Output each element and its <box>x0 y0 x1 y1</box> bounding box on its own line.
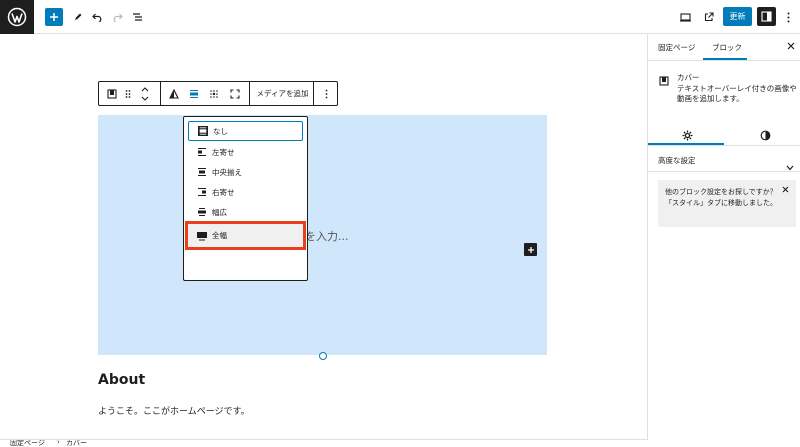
block-options-button[interactable] <box>319 82 333 105</box>
align-full-icon <box>197 231 207 241</box>
align-option-label: 左寄せ <box>212 147 235 157</box>
list-view-button[interactable] <box>130 7 144 27</box>
more-vertical-icon <box>325 89 327 98</box>
cover-block-icon <box>107 88 117 99</box>
undo-icon <box>91 13 101 22</box>
desktop-icon <box>679 12 691 22</box>
align-option-label: 全幅 <box>212 231 227 240</box>
contrast-triangle-icon <box>169 88 179 99</box>
half-circle-styles-icon <box>760 130 771 141</box>
plus-icon <box>50 13 58 21</box>
add-block-button[interactable] <box>45 8 63 26</box>
chevron-down-icon <box>786 156 794 175</box>
options-button[interactable] <box>783 7 793 27</box>
about-heading[interactable]: About <box>98 372 145 388</box>
cover-block-icon <box>659 71 669 90</box>
align-right-icon <box>197 187 207 197</box>
dismiss-notice-button[interactable] <box>782 186 789 195</box>
drag-handle-icon <box>125 89 131 98</box>
close-icon <box>787 42 795 50</box>
settings-sidebar: 固定ページ ブロック カバー テキストオーバーレイ付きの画像や動画を追加します。 <box>647 34 800 440</box>
breadcrumb-separator: › <box>57 439 60 446</box>
external-link-icon <box>704 12 714 22</box>
styles-moved-notice: 他のブロック設定をお探しですか？「スタイル」タブに移動しました。 <box>658 180 796 227</box>
toolbar-divider <box>313 82 314 105</box>
block-title: カバー <box>677 73 700 82</box>
advanced-settings-toggle[interactable]: 高度な設定 <box>648 146 800 172</box>
add-media-label: メディアを追加 <box>256 89 309 98</box>
align-option-right[interactable]: 右寄せ <box>188 182 303 202</box>
preview-button[interactable] <box>678 7 692 27</box>
align-option-label: 右寄せ <box>212 187 235 197</box>
toolbar-divider <box>249 82 250 105</box>
drag-handle[interactable] <box>123 82 133 105</box>
sidebar-icon <box>761 11 772 22</box>
overlay-button[interactable] <box>167 82 181 105</box>
close-sidebar-button[interactable] <box>787 42 795 53</box>
settings-toggle-button[interactable] <box>757 7 776 26</box>
align-option-label: 中央揃え <box>212 167 242 177</box>
close-icon <box>782 186 789 193</box>
block-toolbar: メディアを追加 <box>98 81 338 106</box>
edit-tool-button[interactable] <box>71 7 85 27</box>
align-left-icon <box>197 147 207 157</box>
pencil-icon <box>75 13 82 20</box>
advanced-settings-label: 高度な設定 <box>658 156 696 165</box>
align-option-full[interactable]: 全幅 <box>185 221 306 250</box>
add-media-button[interactable]: メディアを追加 <box>254 82 311 105</box>
breadcrumb-page[interactable]: 固定ページ <box>10 440 45 447</box>
fullscreen-icon <box>230 88 240 99</box>
tab-block[interactable]: ブロック <box>712 42 742 53</box>
breadcrumb-block[interactable]: カバー <box>66 440 87 447</box>
tab-page[interactable]: 固定ページ <box>658 42 695 53</box>
fullheight-button[interactable] <box>228 82 242 105</box>
redo-button[interactable] <box>110 7 124 27</box>
block-card: カバー テキストオーバーレイ付きの画像や動画を追加します。 <box>648 61 800 121</box>
plus-icon <box>527 246 534 253</box>
resize-handle[interactable] <box>319 352 327 360</box>
chevron-up-down-icon <box>141 86 149 101</box>
editor-header: 更新 <box>0 0 800 34</box>
position-grid-icon <box>210 89 218 98</box>
update-button[interactable]: 更新 <box>723 7 752 26</box>
align-option-label: 幅広 <box>212 207 227 217</box>
align-none-icon <box>190 89 198 98</box>
active-subtab-indicator <box>648 143 724 145</box>
cover-block[interactable]: ルを入力... <box>98 115 547 355</box>
block-settings-tabs <box>648 121 800 146</box>
redo-icon <box>113 13 123 22</box>
list-view-icon <box>132 13 142 21</box>
sidebar-tabs: 固定ページ ブロック <box>648 34 800 61</box>
align-none-icon <box>198 126 208 136</box>
active-tab-indicator <box>703 58 747 60</box>
breadcrumb: 固定ページ › カバー <box>0 439 647 447</box>
gear-icon <box>682 130 693 141</box>
block-description: テキストオーバーレイ付きの画像や動画を追加します。 <box>677 84 797 103</box>
toolbar-divider <box>160 82 161 105</box>
view-page-button[interactable] <box>702 7 716 27</box>
alignment-dropdown: なし 左寄せ 中央揃え 右寄せ 幅広 全幅 <box>183 116 308 281</box>
align-option-none[interactable]: なし <box>188 121 303 141</box>
align-option-label: なし <box>213 126 228 136</box>
align-option-wide[interactable]: 幅広 <box>188 202 303 222</box>
undo-button[interactable] <box>90 7 104 27</box>
align-option-center[interactable]: 中央揃え <box>188 162 303 182</box>
styles-tab[interactable] <box>760 126 771 145</box>
notice-text: 他のブロック設定をお探しですか？「スタイル」タブに移動しました。 <box>665 188 777 207</box>
welcome-paragraph[interactable]: ようこそ。ここがホームページです。 <box>98 404 250 417</box>
inserter-button[interactable] <box>524 243 537 256</box>
move-up-down-button[interactable] <box>139 82 151 105</box>
block-type-button[interactable] <box>105 82 119 105</box>
more-vertical-icon <box>787 12 789 22</box>
align-center-icon <box>197 167 207 177</box>
editor-canvas: ルを入力... メディアを追加 なし 左寄せ 中央揃え 右寄せ 幅広 全幅 Ab… <box>0 34 647 440</box>
align-option-left[interactable]: 左寄せ <box>188 142 303 162</box>
align-button[interactable] <box>187 82 201 105</box>
align-wide-icon <box>197 207 207 217</box>
wordpress-logo-icon[interactable] <box>0 0 34 34</box>
content-position-button[interactable] <box>207 82 221 105</box>
